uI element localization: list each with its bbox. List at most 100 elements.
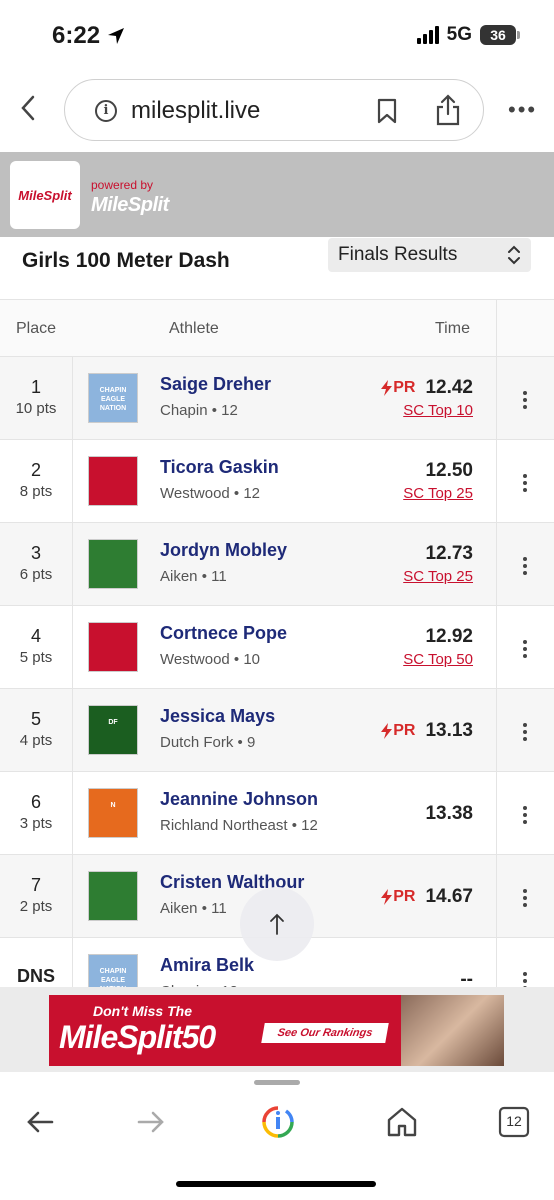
sheet-handle[interactable]	[254, 1080, 300, 1085]
share-icon[interactable]	[435, 94, 461, 126]
row-menu-button[interactable]	[496, 440, 554, 522]
results-table: Place Athlete Time 1 10 pts CHAPIN EAGLE…	[0, 299, 554, 987]
event-header: Girls 100 Meter Dash Finals Results	[0, 237, 554, 299]
team-logo[interactable]: CHAPIN EAGLE NATION	[88, 954, 138, 987]
place-value: 4	[30, 626, 41, 646]
place-value: 2	[30, 460, 41, 480]
athlete-name-link[interactable]: Cortnece Pope	[160, 623, 287, 644]
updown-chevron-icon	[508, 245, 520, 265]
row-menu-button[interactable]	[496, 772, 554, 854]
home-icon[interactable]	[384, 1104, 420, 1140]
signal-icon	[416, 26, 439, 44]
table-row[interactable]: 2 8 pts Ticora Gaskin Westwood • 12 12.5…	[0, 440, 554, 523]
athlete-name-link[interactable]: Amira Belk	[160, 955, 254, 976]
athlete-name-link[interactable]: Jessica Mays	[160, 706, 275, 727]
tabs-button[interactable]: 12	[496, 1104, 532, 1140]
time-cell: PR 14.67	[381, 886, 473, 908]
place-cell: 4 5 pts	[0, 606, 73, 688]
address-bar[interactable]: i milesplit.live	[64, 79, 484, 141]
url-text[interactable]: milesplit.live	[131, 97, 260, 125]
status-bar: 6:22 5G 36	[0, 0, 554, 70]
place-cell: 2 8 pts	[0, 440, 73, 522]
back-chevron-icon[interactable]	[20, 94, 42, 124]
row-menu-button[interactable]	[496, 606, 554, 688]
ad-line1: Don't Miss The	[93, 1003, 192, 1019]
points-value: 3 pts	[19, 815, 53, 832]
team-logo[interactable]: CHAPIN EAGLE NATION	[88, 373, 138, 423]
tabs-count: 12	[506, 1113, 522, 1129]
rank-link[interactable]: SC Top 25	[403, 485, 473, 502]
time-cell: 12.73 SC Top 25	[403, 543, 473, 585]
row-menu-button[interactable]	[496, 689, 554, 771]
rank-link[interactable]: SC Top 50	[403, 651, 473, 668]
row-menu-button[interactable]	[496, 855, 554, 937]
bookmark-icon[interactable]	[377, 98, 397, 124]
scroll-to-top-button[interactable]	[240, 887, 314, 961]
time-value: --	[460, 969, 473, 987]
header-place: Place	[16, 320, 57, 337]
row-menu-button[interactable]	[496, 938, 554, 987]
back-arrow-icon[interactable]	[22, 1104, 58, 1140]
table-row[interactable]: 3 6 pts Jordyn Mobley Aiken • 11 12.73 S…	[0, 523, 554, 606]
time-cell: PR 13.13	[381, 720, 473, 742]
ad-photo	[401, 995, 504, 1066]
place-cell: 1 10 pts	[0, 357, 73, 439]
points-value: 5 pts	[19, 649, 53, 666]
time-cell: PR 12.42 SC Top 10	[381, 377, 473, 419]
time-cell: 12.50 SC Top 25	[403, 460, 473, 502]
place-cell: 7 2 pts	[0, 855, 73, 937]
place-cell: 6 3 pts	[0, 772, 73, 854]
place-value: DNS	[16, 966, 55, 986]
time-value: 13.38	[425, 803, 473, 824]
table-row[interactable]: 4 5 pts Cortnece Pope Westwood • 10 12.9…	[0, 606, 554, 689]
time-cell: --	[460, 969, 473, 987]
time-value: 13.13	[425, 720, 473, 741]
more-options-icon[interactable]: •••	[508, 99, 537, 121]
points-value: 6 pts	[19, 566, 53, 583]
athlete-name-link[interactable]: Jeannine Johnson	[160, 789, 318, 810]
row-menu-button[interactable]	[496, 357, 554, 439]
team-logo[interactable]: DF	[88, 705, 138, 755]
row-menu-button[interactable]	[496, 523, 554, 605]
athlete-name-link[interactable]: Saige Dreher	[160, 374, 271, 395]
browser-toolbar: i milesplit.live •••	[0, 76, 554, 144]
athlete-name-link[interactable]: Jordyn Mobley	[160, 540, 287, 561]
bolt-icon	[381, 889, 393, 905]
header-athlete: Athlete	[169, 320, 219, 337]
table-row[interactable]: 5 4 pts DF Jessica Mays Dutch Fork • 9 P…	[0, 689, 554, 772]
bolt-icon	[381, 380, 393, 396]
time-cell: 12.92 SC Top 50	[403, 626, 473, 668]
rank-link[interactable]: SC Top 25	[403, 568, 473, 585]
header-time: Time	[435, 320, 470, 337]
team-logo[interactable]	[88, 456, 138, 506]
info-icon[interactable]: i	[95, 100, 117, 122]
team-logo[interactable]: N	[88, 788, 138, 838]
table-header: Place Athlete Time	[0, 300, 554, 357]
table-row[interactable]: 1 10 pts CHAPIN EAGLE NATION Saige Drehe…	[0, 357, 554, 440]
forward-arrow-icon[interactable]	[133, 1104, 169, 1140]
athlete-name-link[interactable]: Ticora Gaskin	[160, 457, 279, 478]
pr-badge: PR	[381, 888, 415, 906]
points-value: 4 pts	[19, 732, 53, 749]
rank-link[interactable]: SC Top 10	[381, 402, 473, 419]
results-select[interactable]: Finals Results	[328, 238, 531, 272]
athlete-school: Chapin • 12	[160, 402, 238, 419]
time-cell: 13.38	[425, 803, 473, 825]
table-row[interactable]: 6 3 pts N Jeannine Johnson Richland Nort…	[0, 772, 554, 855]
ad-banner[interactable]: Don't Miss The MileSplit50 See Our Ranki…	[49, 995, 504, 1066]
team-logo[interactable]	[88, 871, 138, 921]
google-lens-icon[interactable]	[260, 1104, 296, 1140]
athlete-school: Westwood • 12	[160, 485, 261, 502]
points-value: 2 pts	[19, 898, 53, 915]
athlete-school: Aiken • 11	[160, 568, 227, 585]
points-value: 8 pts	[19, 483, 53, 500]
team-logo[interactable]	[88, 622, 138, 672]
browser-bottom-bar: 12	[0, 1090, 554, 1160]
team-logo[interactable]	[88, 539, 138, 589]
ad-cta-button[interactable]: See Our Rankings	[261, 1023, 389, 1043]
place-value: 7	[30, 875, 41, 895]
pr-badge: PR	[381, 722, 415, 740]
milesplit-logo[interactable]: MileSplit	[10, 161, 80, 229]
battery-icon: 36	[480, 25, 520, 45]
athlete-school: Dutch Fork • 9	[160, 734, 256, 751]
